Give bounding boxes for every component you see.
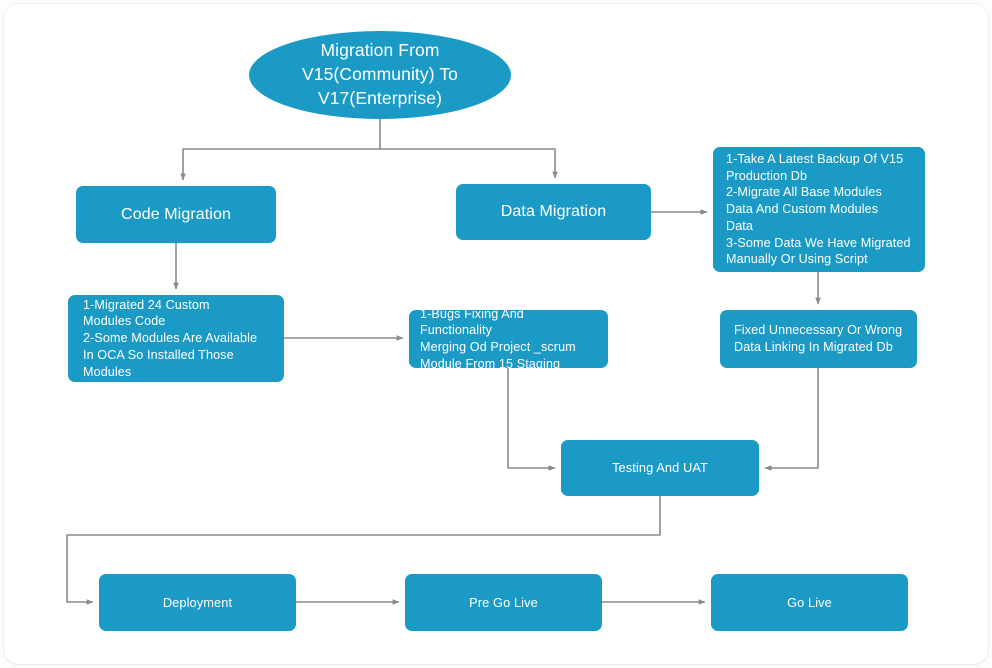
node-deployment-label: Deployment: [162, 594, 233, 610]
edge-root-to-code-migration: [180, 148, 380, 181]
node-custom-modules[interactable]: 1-Migrated 24 Custom Modules Code 2-Some…: [68, 295, 284, 382]
edge-root-to-data-migration: [380, 148, 558, 179]
node-backup-steps-label: 1-Take A Latest Backup Of V15 Production…: [726, 151, 911, 267]
node-data-migration[interactable]: Data Migration: [456, 184, 651, 240]
diagram-canvas: Migration From V15(Community) To V17(Ent…: [0, 0, 992, 668]
node-backup-steps[interactable]: 1-Take A Latest Backup Of V15 Production…: [713, 147, 925, 272]
node-migration-root[interactable]: Migration From V15(Community) To V17(Ent…: [249, 31, 511, 119]
node-testing-uat[interactable]: Testing And UAT: [561, 440, 759, 496]
edge-bugs-fixing-to-testing-uat: [507, 368, 556, 471]
node-data-migration-label: Data Migration: [500, 203, 607, 221]
diagram-page: Migration From V15(Community) To V17(Ent…: [4, 4, 988, 664]
node-deployment[interactable]: Deployment: [99, 574, 296, 631]
node-migration-root-label: Migration From V15(Community) To V17(Ent…: [301, 40, 458, 108]
node-go-live-label: Go Live: [787, 594, 832, 610]
node-pre-go-live[interactable]: Pre Go Live: [405, 574, 602, 631]
node-fixed-linking-label: Fixed Unnecessary Or Wrong Data Linking …: [734, 323, 903, 354]
node-code-migration[interactable]: Code Migration: [76, 186, 276, 243]
edge-fixed-linking-to-testing-uat: [764, 368, 819, 471]
node-bugs-fixing-label: 1-Bugs Fixing And Functionality Merging …: [420, 306, 576, 371]
node-testing-uat-label: Testing And UAT: [612, 460, 708, 476]
node-code-migration-label: Code Migration: [121, 205, 231, 223]
node-fixed-linking[interactable]: Fixed Unnecessary Or Wrong Data Linking …: [720, 310, 917, 368]
node-custom-modules-label: 1-Migrated 24 Custom Modules Code 2-Some…: [83, 297, 258, 379]
node-bugs-fixing[interactable]: 1-Bugs Fixing And Functionality Merging …: [409, 307, 608, 371]
node-pre-go-live-label: Pre Go Live: [469, 594, 538, 610]
node-go-live[interactable]: Go Live: [711, 574, 908, 631]
